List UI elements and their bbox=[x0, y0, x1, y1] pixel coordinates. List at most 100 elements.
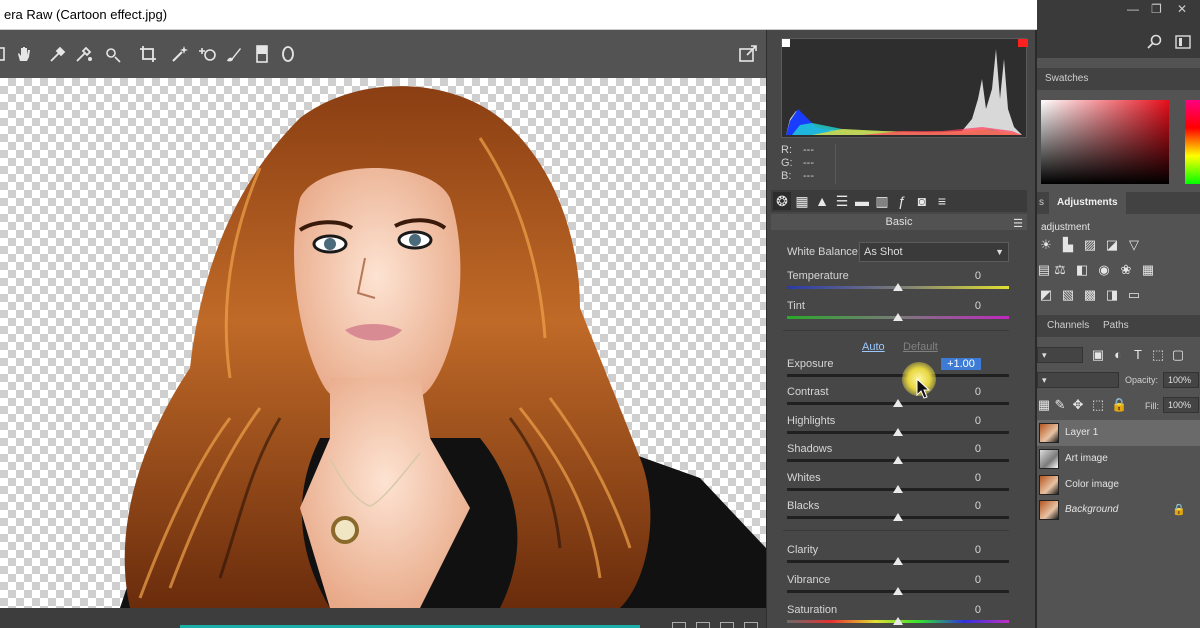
lock-pixels-icon[interactable]: ✎ bbox=[1053, 398, 1067, 412]
photo-filter-icon[interactable]: ◉ bbox=[1097, 263, 1111, 277]
vibrance-icon[interactable]: ▽ bbox=[1127, 238, 1141, 252]
filter-adjustment-icon[interactable]: ◐ bbox=[1111, 348, 1125, 362]
compare-view-icon[interactable] bbox=[672, 622, 686, 628]
auto-link[interactable]: Auto bbox=[862, 341, 885, 353]
hue-saturation-icon[interactable]: ▤ bbox=[1037, 263, 1051, 277]
lock-artboard-icon[interactable]: ⬚ bbox=[1091, 398, 1105, 412]
threshold-icon[interactable]: ▩ bbox=[1083, 288, 1097, 302]
slider-thumb[interactable] bbox=[893, 283, 903, 291]
color-picker-field[interactable] bbox=[1041, 100, 1169, 184]
slider-temperature[interactable]: Temperature 0 bbox=[787, 270, 1009, 298]
layer-filter-select[interactable]: ▾ bbox=[1037, 347, 1083, 363]
radial-filter-icon[interactable] bbox=[276, 42, 300, 66]
split-toning-tab-icon[interactable]: ▬ bbox=[853, 192, 871, 210]
hue-slider[interactable] bbox=[1185, 100, 1200, 184]
shadow-clipping-icon[interactable] bbox=[782, 39, 790, 47]
slider-value-input[interactable]: 0 bbox=[941, 415, 981, 427]
posterize-icon[interactable]: ▧ bbox=[1061, 288, 1075, 302]
levels-icon[interactable]: ▙ bbox=[1061, 238, 1075, 252]
adjustment-brush-icon[interactable] bbox=[222, 42, 246, 66]
slider-thumb[interactable] bbox=[893, 513, 903, 521]
spot-removal-tool-icon[interactable] bbox=[168, 42, 192, 66]
slider-thumb[interactable] bbox=[893, 399, 903, 407]
blend-mode-select[interactable]: ▾ bbox=[1037, 372, 1119, 388]
color-balance-icon[interactable]: ⚖ bbox=[1053, 263, 1067, 277]
fill-input[interactable]: 100% bbox=[1163, 397, 1199, 413]
slider-value-input[interactable]: 0 bbox=[941, 443, 981, 455]
layer-row[interactable]: Background 🔒 bbox=[1037, 497, 1200, 523]
slider-exposure[interactable]: Exposure +1.00 bbox=[787, 358, 1009, 386]
panel-menu-icon[interactable]: ☰ bbox=[1013, 216, 1023, 232]
slider-thumb[interactable] bbox=[893, 456, 903, 464]
graduated-filter-icon[interactable] bbox=[250, 42, 274, 66]
layer-name[interactable]: Background bbox=[1065, 504, 1118, 515]
slider-thumb[interactable] bbox=[893, 313, 903, 321]
camera-calibration-tab-icon[interactable]: ◙ bbox=[913, 192, 931, 210]
slider-thumb[interactable] bbox=[893, 587, 903, 595]
slider-vibrance[interactable]: Vibrance 0 bbox=[787, 574, 1009, 602]
filter-type-icon[interactable]: T bbox=[1131, 348, 1145, 362]
image-preview[interactable] bbox=[0, 78, 766, 608]
slider-clarity[interactable]: Clarity 0 bbox=[787, 544, 1009, 572]
slider-whites[interactable]: Whites 0 bbox=[787, 472, 1009, 500]
slider-saturation[interactable]: Saturation 0 bbox=[787, 604, 1009, 628]
tab-channels[interactable]: Channels bbox=[1039, 315, 1097, 337]
exposure-adjust-icon[interactable]: ◪ bbox=[1105, 238, 1119, 252]
opacity-input[interactable]: 100% bbox=[1163, 372, 1199, 388]
tab-paths[interactable]: Paths bbox=[1095, 315, 1137, 337]
slider-highlights[interactable]: Highlights 0 bbox=[787, 415, 1009, 443]
lens-corrections-tab-icon[interactable]: ▥ bbox=[873, 192, 891, 210]
open-preferences-icon[interactable] bbox=[736, 42, 760, 66]
copy-settings-icon[interactable] bbox=[720, 622, 734, 628]
white-balance-tool-icon[interactable] bbox=[46, 42, 70, 66]
detail-tab-icon[interactable]: ▲ bbox=[813, 192, 831, 210]
slider-thumb[interactable] bbox=[893, 485, 903, 493]
lock-transparency-icon[interactable]: ▦ bbox=[1037, 398, 1051, 412]
slider-value-input[interactable]: 0 bbox=[941, 574, 981, 586]
slider-value-input[interactable]: 0 bbox=[941, 300, 981, 312]
search-icon[interactable] bbox=[1147, 34, 1163, 50]
close-icon[interactable]: ✕ bbox=[1177, 2, 1187, 16]
layer-row[interactable]: Art image bbox=[1037, 446, 1200, 472]
filter-smart-icon[interactable]: ▢ bbox=[1171, 348, 1185, 362]
hsl-tab-icon[interactable]: ☰ bbox=[833, 192, 851, 210]
targeted-adjustment-tool-icon[interactable] bbox=[100, 42, 124, 66]
slider-value-input[interactable]: 0 bbox=[941, 472, 981, 484]
slider-value-input[interactable]: 0 bbox=[941, 604, 981, 616]
slider-value-input[interactable]: 0 bbox=[941, 500, 981, 512]
tab-swatches[interactable]: Swatches bbox=[1037, 68, 1096, 90]
crop-tool-icon[interactable] bbox=[136, 42, 160, 66]
hand-tool-icon[interactable] bbox=[12, 42, 36, 66]
highlight-clipping-icon[interactable] bbox=[1018, 39, 1028, 47]
minimize-icon[interactable]: — bbox=[1127, 2, 1139, 16]
slider-tint[interactable]: Tint 0 bbox=[787, 300, 1009, 328]
selective-color-icon[interactable]: ◨ bbox=[1105, 288, 1119, 302]
slider-thumb[interactable] bbox=[893, 428, 903, 436]
default-link[interactable]: Default bbox=[903, 341, 938, 353]
swap-settings-icon[interactable] bbox=[696, 622, 710, 628]
layer-name[interactable]: Color image bbox=[1065, 479, 1119, 490]
slider-thumb[interactable] bbox=[893, 617, 903, 625]
layer-row[interactable]: Layer 1 bbox=[1037, 420, 1200, 446]
layer-row[interactable]: Color image bbox=[1037, 472, 1200, 498]
layer-name[interactable]: Layer 1 bbox=[1065, 427, 1098, 438]
workspace-icon[interactable] bbox=[1175, 34, 1191, 50]
red-eye-tool-icon[interactable] bbox=[196, 42, 220, 66]
slider-value-input[interactable]: 0 bbox=[941, 270, 981, 282]
lock-all-icon[interactable]: 🔒 bbox=[1111, 398, 1127, 412]
filter-image-icon[interactable]: ▣ bbox=[1091, 348, 1105, 362]
effects-tab-icon[interactable]: ƒ bbox=[893, 192, 911, 210]
presets-tab-icon[interactable]: ≡ bbox=[933, 192, 951, 210]
color-lookup-icon[interactable]: ▦ bbox=[1141, 263, 1155, 277]
slider-thumb[interactable] bbox=[893, 557, 903, 565]
slider-value-input[interactable]: 0 bbox=[941, 386, 981, 398]
restore-icon[interactable]: ❐ bbox=[1151, 2, 1162, 16]
curves-icon[interactable]: ▨ bbox=[1083, 238, 1097, 252]
slider-track[interactable] bbox=[787, 374, 1009, 377]
slider-shadows[interactable]: Shadows 0 bbox=[787, 443, 1009, 471]
tab-adjustments[interactable]: Adjustments bbox=[1049, 192, 1126, 214]
slider-contrast[interactable]: Contrast 0 bbox=[787, 386, 1009, 414]
slider-value-input[interactable]: +1.00 bbox=[941, 358, 981, 370]
brightness-icon[interactable]: ☀ bbox=[1039, 238, 1053, 252]
invert-icon[interactable]: ◩ bbox=[1039, 288, 1053, 302]
